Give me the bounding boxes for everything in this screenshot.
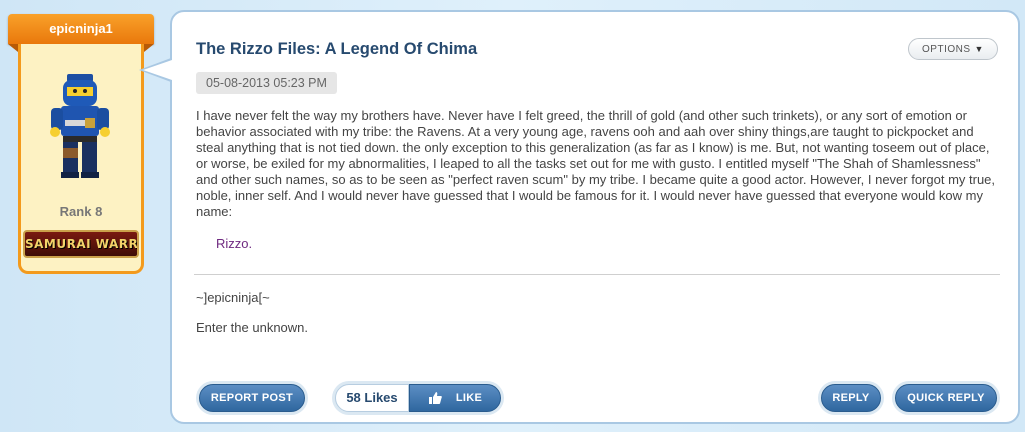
username[interactable]: epicninja1 xyxy=(8,14,154,52)
signature-line: ~]epicninja[~ xyxy=(196,290,270,305)
like-label: LIKE xyxy=(455,392,483,404)
thumbs-up-icon xyxy=(428,392,442,404)
report-post-wrap: REPORT POST xyxy=(196,381,308,415)
post-pointer-fill xyxy=(143,60,172,80)
quick-reply-wrap: QUICK REPLY xyxy=(892,381,1000,415)
signature-divider xyxy=(194,274,1000,275)
post-indent-text: Rizzo. xyxy=(216,236,253,251)
likes-count[interactable]: 58 Likes xyxy=(335,384,409,412)
user-card-body: Rank 8 SAMURAI WARRIOR xyxy=(18,44,144,274)
report-post-button[interactable]: REPORT POST xyxy=(199,384,305,412)
likes-group: 58 Likes LIKE xyxy=(332,381,504,415)
signature-line: Enter the unknown. xyxy=(196,320,309,335)
options-button[interactable]: OPTIONS ▼ xyxy=(908,38,998,60)
quick-reply-button[interactable]: QUICK REPLY xyxy=(895,384,997,412)
post-body: I have never felt the way my brothers ha… xyxy=(196,108,996,219)
post-container: The Rizzo Files: A Legend Of Chima OPTIO… xyxy=(170,10,1020,424)
caret-down-icon: ▼ xyxy=(974,44,984,54)
avatar[interactable] xyxy=(45,72,115,182)
reply-button[interactable]: REPLY xyxy=(821,384,881,412)
post-timestamp: 05-08-2013 05:23 PM xyxy=(196,72,337,94)
user-card: epicninja1 Rank 8 SAMURAI WARRIOR xyxy=(8,14,154,276)
like-button[interactable]: LIKE xyxy=(409,384,501,412)
reply-wrap: REPLY xyxy=(818,381,884,415)
user-rank: Rank 8 xyxy=(59,204,103,219)
rank-badge: SAMURAI WARRIOR xyxy=(23,230,139,258)
options-label: OPTIONS xyxy=(922,44,971,55)
post-title[interactable]: The Rizzo Files: A Legend Of Chima xyxy=(196,40,477,59)
